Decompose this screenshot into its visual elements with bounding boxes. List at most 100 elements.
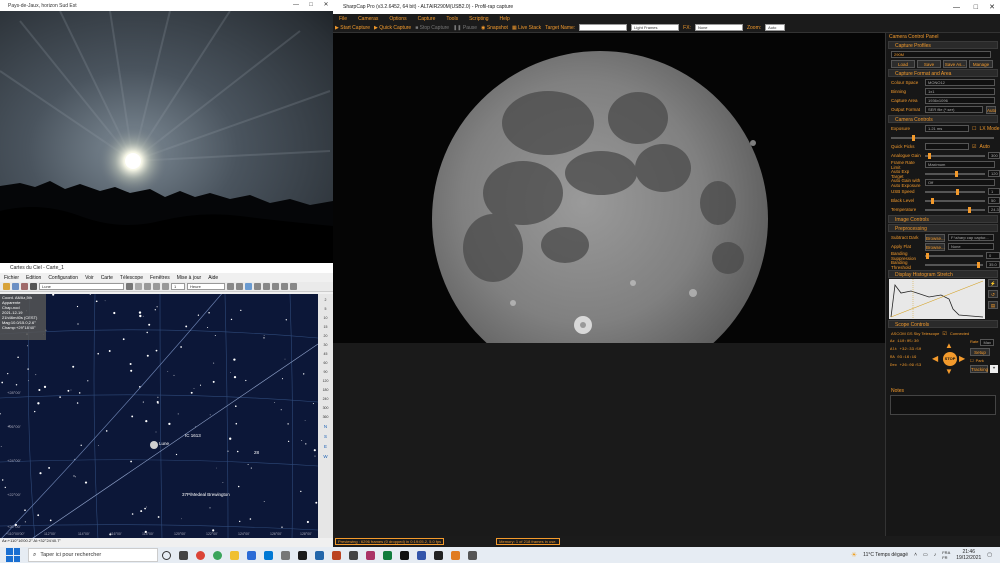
clock-icon[interactable]	[135, 283, 142, 290]
fov-tick[interactable]: 2	[325, 298, 327, 302]
windows-start-icon[interactable]	[6, 548, 20, 562]
back-icon[interactable]	[153, 283, 160, 290]
save-icon[interactable]	[12, 283, 19, 290]
histogram-settings-icon[interactable]: ▤	[988, 301, 998, 309]
close-button[interactable]: ✕	[319, 0, 333, 11]
maximize-button[interactable]: □	[974, 4, 978, 11]
network-icon[interactable]: ▭	[923, 552, 928, 558]
frame-type-select[interactable]: Light Frames	[631, 24, 680, 31]
cortana-icon[interactable]	[162, 550, 171, 560]
banding-suppression-value[interactable]: 0	[986, 252, 1000, 259]
fov-tick[interactable]: 90	[324, 370, 328, 374]
fov-tick[interactable]: 120	[323, 379, 329, 383]
fov-tick[interactable]: 180	[323, 388, 329, 392]
camera-control-value[interactable]: 1	[988, 188, 1000, 195]
slew-down-icon[interactable]: ▼	[945, 367, 953, 376]
menu-scripting[interactable]: Scripting	[469, 16, 488, 22]
notes-textarea[interactable]	[890, 395, 996, 415]
clock[interactable]: 21:46 19/12/2021	[956, 549, 981, 561]
cdc-menu-aide[interactable]: Aide	[208, 275, 218, 281]
fov-tick[interactable]: 15	[324, 325, 328, 329]
rate-select[interactable]: Max	[980, 339, 995, 346]
preprocessing-header[interactable]: Preprocessing	[888, 224, 998, 232]
app-icon[interactable]	[213, 550, 222, 560]
save-button[interactable]: Save	[917, 59, 941, 68]
image-controls-header[interactable]: Image Controls	[888, 215, 998, 223]
cdc-unit-select[interactable]: Heure	[187, 283, 225, 290]
histogram-display[interactable]: ⚡ ↺ ▤	[889, 279, 998, 319]
weather-text[interactable]: 11°C Temps dégagé	[863, 552, 908, 558]
camera-control-value[interactable]: 24.3	[988, 206, 1000, 213]
fov-tick[interactable]: 360	[323, 415, 329, 419]
camera-control-slider[interactable]	[925, 197, 985, 204]
camera-control-slider[interactable]	[925, 188, 985, 195]
camera-app-icon[interactable]	[400, 550, 409, 560]
open-icon[interactable]	[3, 283, 10, 290]
camera-control-select[interactable]: Maximum	[925, 161, 995, 168]
menu-options[interactable]: Options	[389, 16, 406, 22]
binning-select[interactable]: 1x1	[925, 88, 995, 95]
quick-capture-button[interactable]: ▶ Quick Capture	[374, 25, 411, 31]
camera-control-slider[interactable]	[925, 152, 985, 159]
chevron-up-icon[interactable]: ˄	[914, 552, 917, 558]
maximize-button[interactable]: □	[304, 0, 318, 11]
pause-button[interactable]: ❚❚ Pause	[453, 25, 477, 31]
dark-file-select[interactable]: F:\sharp cap captur...	[948, 234, 994, 241]
fx-select[interactable]: None	[694, 24, 743, 31]
colour-space-select[interactable]: MONO12	[925, 79, 995, 86]
banding-threshold-slider[interactable]	[925, 261, 983, 268]
cdc-menu-voir[interactable]: Voir	[85, 275, 94, 281]
histogram-reset-icon[interactable]: ↺	[988, 290, 998, 298]
terminal-icon[interactable]	[349, 550, 358, 560]
exposure-slider[interactable]	[891, 134, 994, 141]
zoom-select[interactable]: Auto	[765, 24, 786, 31]
connected-checkbox[interactable]: ☑	[942, 331, 946, 337]
scope-setup-button[interactable]: Setup	[970, 348, 990, 356]
load-button[interactable]: Load	[891, 59, 915, 68]
chrome-icon[interactable]	[196, 550, 205, 560]
cdc-menu-edition[interactable]: Edition	[26, 275, 41, 281]
cartes-du-ciel-icon[interactable]	[417, 550, 426, 560]
mail-icon[interactable]	[264, 550, 273, 560]
lx-mode-checkbox[interactable]: ☐	[972, 126, 976, 132]
task-view-icon[interactable]	[179, 550, 188, 560]
tracking-button[interactable]: Tracking	[970, 365, 988, 373]
cdc-menu-configuration[interactable]: Configuration	[48, 275, 78, 281]
scope-controls-header[interactable]: Scope Controls	[888, 320, 998, 328]
flip-icon[interactable]	[245, 283, 252, 290]
camera-control-slider[interactable]	[925, 170, 985, 177]
banding-threshold-value[interactable]: 35.0	[986, 261, 1000, 268]
volume-icon[interactable]: ♪	[934, 552, 937, 558]
menu-capture[interactable]: Capture	[418, 16, 436, 22]
grid-icon[interactable]	[272, 283, 279, 290]
east-button[interactable]: E	[324, 444, 327, 449]
north-button[interactable]: N	[324, 424, 327, 429]
camera-control-value[interactable]: 50	[988, 197, 1000, 204]
histogram-header[interactable]: Display Histogram Stretch	[888, 270, 998, 278]
config-icon[interactable]	[30, 283, 37, 290]
west-button[interactable]: W	[323, 454, 327, 459]
zoom-in-icon[interactable]	[227, 283, 234, 290]
camera-control-value[interactable]: 300	[988, 152, 1000, 159]
camera-control-select[interactable]: Off	[925, 179, 995, 186]
rotate-icon[interactable]	[254, 283, 261, 290]
stop-capture-button[interactable]: ■ Stop Capture	[415, 25, 449, 31]
slew-pad[interactable]: ▲ ▼ ◀ ▶ STOP	[932, 341, 968, 377]
capture-profiles-header[interactable]: Capture Profiles	[888, 41, 998, 49]
sharpcap-icon[interactable]	[434, 550, 443, 560]
save-as-button[interactable]: Save As...	[943, 59, 967, 68]
stop-button[interactable]: STOP	[943, 352, 957, 366]
telescope-icon[interactable]	[263, 283, 270, 290]
fov-tick[interactable]: 60	[324, 361, 328, 365]
capture-format-header[interactable]: Capture Format and Area	[888, 69, 998, 77]
cdc-search-input[interactable]: Lune	[39, 283, 124, 290]
manage-button[interactable]: Manage	[969, 59, 993, 68]
slew-right-icon[interactable]: ▶	[959, 354, 965, 363]
output-format-select[interactable]: SER file (*.ser)	[925, 106, 983, 113]
calculator-icon[interactable]	[298, 550, 307, 560]
sky-chart[interactable]: Coord. Alt/Az 5th Apparente Chap-nod 202…	[0, 294, 318, 540]
fov-tick[interactable]: 10	[324, 316, 328, 320]
profile-select[interactable]: 290M	[891, 51, 991, 58]
rewind-icon[interactable]	[144, 283, 151, 290]
snapshot-button[interactable]: ◉ Snapshot	[481, 25, 508, 31]
